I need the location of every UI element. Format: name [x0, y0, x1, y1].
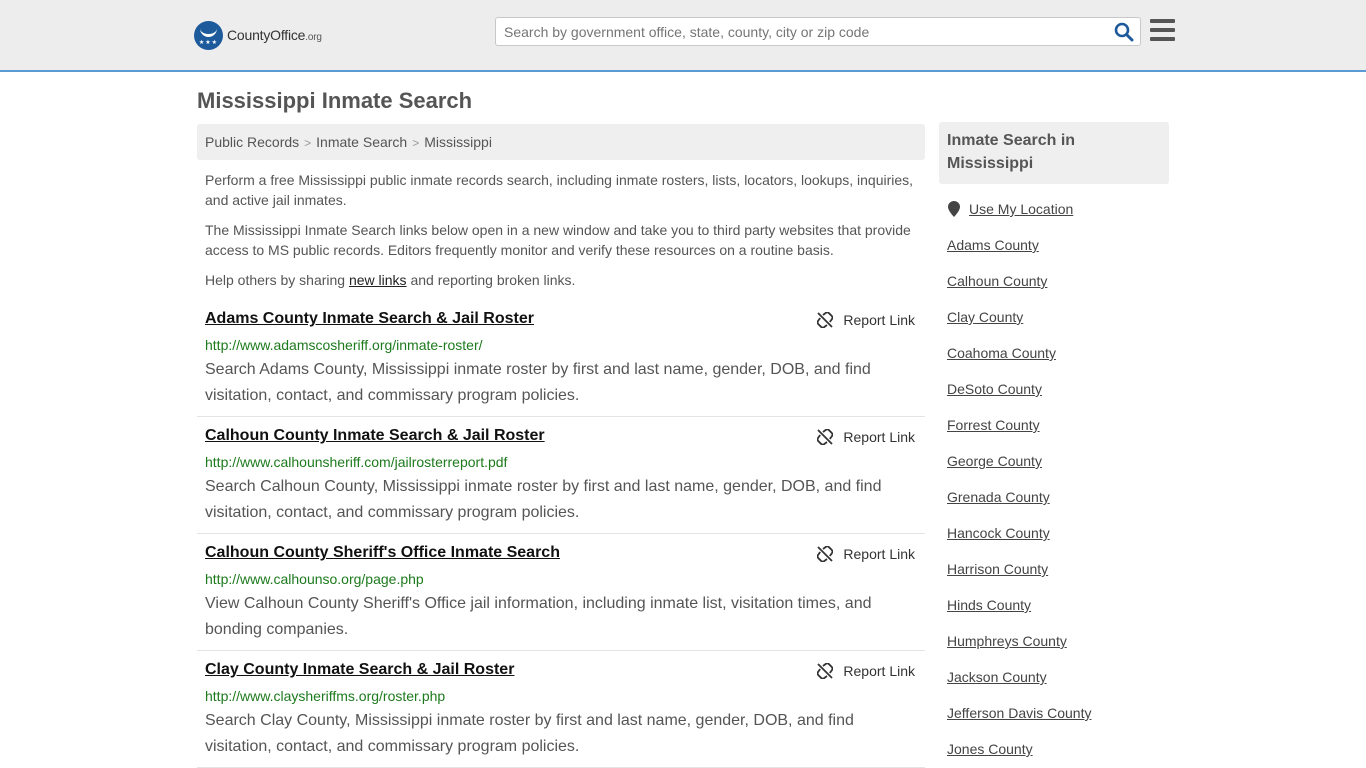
sidebar-county-clay[interactable]: Clay County: [947, 309, 1023, 325]
logo-suffix-text: .org: [305, 32, 322, 43]
countyoffice-logo[interactable]: ★★★ CountyOffice.org: [194, 20, 322, 50]
logo-main-text: CountyOffice: [227, 27, 306, 43]
report-link-button[interactable]: Report Link: [817, 546, 915, 562]
sidebar-county-jackson[interactable]: Jackson County: [947, 669, 1047, 685]
report-link-label: Report Link: [843, 312, 915, 328]
share-text-before: Help others by sharing: [205, 272, 349, 288]
intro-paragraph: Perform a free Mississippi public inmate…: [205, 172, 914, 208]
sidebar-county-hancock[interactable]: Hancock County: [947, 525, 1050, 541]
search-icon[interactable]: [1114, 22, 1134, 42]
broken-link-icon: [817, 312, 834, 328]
listing-title-link[interactable]: Adams County Inmate Search & Jail Roster: [205, 310, 534, 328]
broken-link-icon: [817, 546, 834, 562]
listing-description: Search Calhoun County, Mississippi inmat…: [205, 478, 882, 521]
report-link-label: Report Link: [843, 429, 915, 445]
sidebar-county-coahoma[interactable]: Coahoma County: [947, 345, 1056, 361]
broken-link-icon: [817, 663, 834, 679]
map-pin-icon: [948, 201, 960, 217]
hamburger-menu-icon[interactable]: [1150, 19, 1175, 41]
broken-link-icon: [817, 429, 834, 445]
disclaimer-paragraph: The Mississippi Inmate Search links belo…: [205, 222, 911, 258]
report-link-label: Report Link: [843, 546, 915, 562]
report-link-button[interactable]: Report Link: [817, 429, 915, 445]
listing-description: View Calhoun County Sheriff's Office jai…: [205, 595, 872, 638]
use-location-row: Use My Location: [948, 201, 1073, 217]
sidebar-heading: Inmate Search in Mississippi: [939, 122, 1169, 184]
listing-description: Search Clay County, Mississippi inmate r…: [205, 712, 854, 755]
listing-item: Adams County Inmate Search & Jail Roster…: [197, 300, 925, 417]
chevron-right-icon: >: [304, 136, 312, 150]
listing-description: Search Adams County, Mississippi inmate …: [205, 361, 871, 404]
report-link-button[interactable]: Report Link: [817, 663, 915, 679]
breadcrumb-public-records[interactable]: Public Records: [205, 134, 299, 150]
sidebar-county-forrest[interactable]: Forrest County: [947, 417, 1040, 433]
listing-url: http://www.adamscosheriff.org/inmate-ros…: [205, 337, 483, 353]
listing-item: Calhoun County Sheriff's Office Inmate S…: [197, 534, 925, 651]
breadcrumb-mississippi[interactable]: Mississippi: [424, 134, 492, 150]
sidebar-county-jones[interactable]: Jones County: [947, 741, 1033, 757]
chevron-right-icon: >: [412, 136, 420, 150]
page-title: Mississippi Inmate Search: [197, 88, 473, 113]
breadcrumb-inmate-search[interactable]: Inmate Search: [316, 134, 407, 150]
sidebar-county-jefferson-davis[interactable]: Jefferson Davis County: [947, 705, 1091, 721]
sidebar-county-calhoun[interactable]: Calhoun County: [947, 273, 1047, 289]
search-box: [495, 17, 1141, 46]
sidebar-county-grenada[interactable]: Grenada County: [947, 489, 1050, 505]
sidebar-county-desoto[interactable]: DeSoto County: [947, 381, 1042, 397]
share-paragraph: Help others by sharing new links and rep…: [205, 270, 917, 290]
share-text-after: and reporting broken links.: [406, 272, 576, 288]
listing-title-link[interactable]: Calhoun County Sheriff's Office Inmate S…: [205, 544, 560, 562]
report-link-label: Report Link: [843, 663, 915, 679]
search-input[interactable]: [496, 18, 1106, 45]
sidebar-county-hinds[interactable]: Hinds County: [947, 597, 1031, 613]
report-link-button[interactable]: Report Link: [817, 312, 915, 328]
site-header: ★★★ CountyOffice.org: [0, 0, 1366, 72]
new-links-link[interactable]: new links: [349, 272, 407, 288]
listing-item: Calhoun County Inmate Search & Jail Rost…: [197, 417, 925, 534]
sidebar-county-harrison[interactable]: Harrison County: [947, 561, 1048, 577]
listing-url: http://www.calhounsheriff.com/jailroster…: [205, 454, 508, 470]
listing-title-link[interactable]: Clay County Inmate Search & Jail Roster: [205, 661, 514, 679]
eagle-seal-icon: ★★★: [194, 20, 223, 50]
sidebar-county-adams[interactable]: Adams County: [947, 237, 1039, 253]
use-my-location-link[interactable]: Use My Location: [969, 201, 1073, 217]
listing-item: Clay County Inmate Search & Jail Roster …: [197, 651, 925, 768]
listing-title-link[interactable]: Calhoun County Inmate Search & Jail Rost…: [205, 427, 545, 445]
sidebar-county-george[interactable]: George County: [947, 453, 1042, 469]
sidebar-county-humphreys[interactable]: Humphreys County: [947, 633, 1067, 649]
listing-url: http://www.claysheriffms.org/roster.php: [205, 688, 446, 704]
listing-url: http://www.calhounso.org/page.php: [205, 571, 424, 587]
breadcrumb: Public Records > Inmate Search > Mississippi: [197, 124, 925, 160]
